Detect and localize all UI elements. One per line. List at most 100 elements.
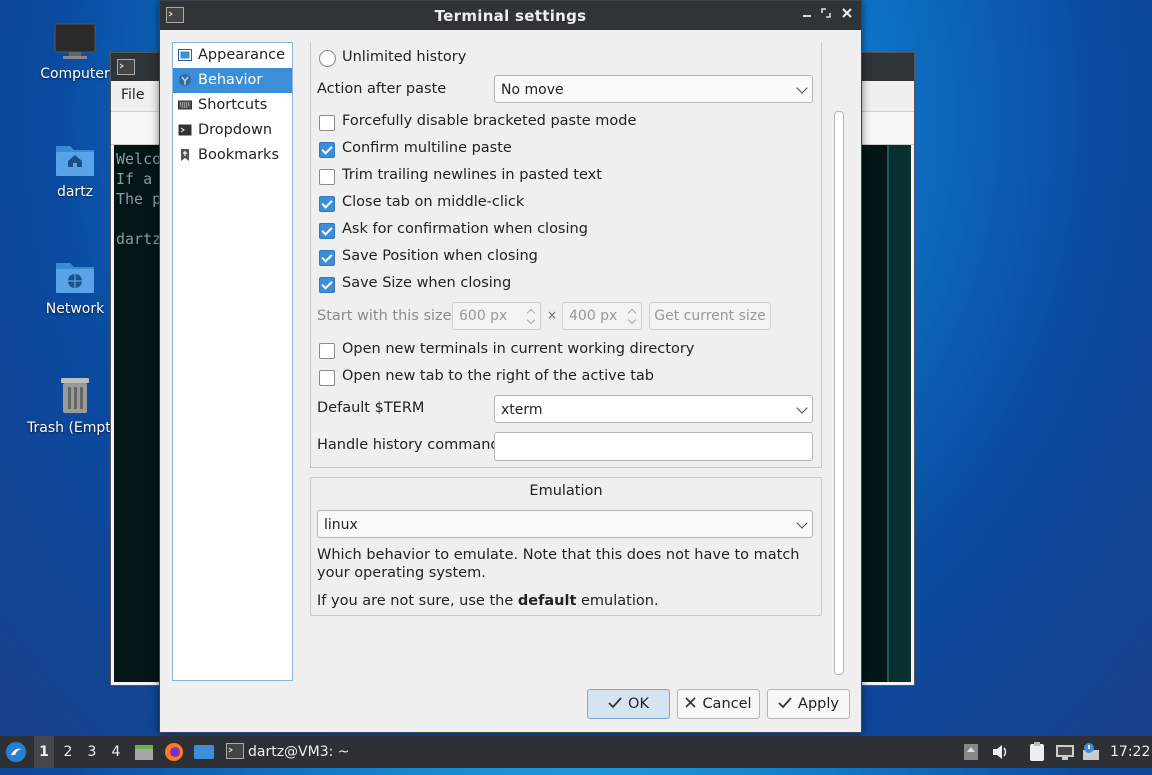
lxqt-menu-icon (6, 742, 26, 762)
tray-volume[interactable] (991, 736, 1009, 768)
desktop-icon-computer[interactable]: Computer (27, 22, 123, 82)
height-spinbox[interactable]: 400 px (562, 302, 642, 330)
workspace-3[interactable]: 3 (82, 736, 102, 768)
sidebar-item-label: Appearance (198, 47, 286, 63)
updates-icon (964, 744, 978, 760)
hint-bold: default (517, 593, 577, 609)
checkbox-label: Open new terminals in current working di… (342, 341, 695, 357)
start-menu-button[interactable] (5, 736, 27, 768)
file-manager-launcher[interactable] (134, 736, 154, 768)
close-icon (842, 8, 852, 18)
workspace-4[interactable]: 4 (106, 736, 126, 768)
sidebar-item-behavior[interactable]: Behavior (173, 68, 292, 93)
action-after-paste-select[interactable]: No move (494, 75, 813, 103)
show-desktop-icon (194, 745, 214, 759)
tray-network[interactable] (1055, 736, 1075, 768)
trash-icon (61, 378, 89, 413)
action-after-paste-label: Action after paste (317, 81, 447, 97)
sidebar-item-appearance[interactable]: Appearance (173, 43, 292, 68)
emulation-select[interactable]: linux (317, 510, 813, 538)
checkbox-save-size[interactable] (319, 277, 335, 293)
emulation-hint: If you are not sure, use the default emu… (317, 593, 659, 609)
scrollbar-thumb[interactable] (834, 111, 844, 675)
tray-notifications[interactable] (1082, 736, 1102, 768)
hint-text: If you are not sure, use the (317, 593, 518, 609)
cancel-button[interactable]: Cancel (677, 689, 760, 719)
apply-button[interactable]: Apply (767, 689, 850, 719)
desktop-icon-network[interactable]: Network (27, 257, 123, 317)
default-term-label: Default $TERM (317, 400, 425, 416)
checkbox-confirm-multiline-paste[interactable] (319, 142, 335, 158)
terminal-split-pane (887, 145, 911, 682)
checkbox-label: Close tab on middle-click (342, 194, 525, 210)
check-icon (778, 697, 792, 709)
checkbox-open-in-cwd[interactable] (319, 343, 335, 359)
checkbox-new-tab-right[interactable] (319, 370, 335, 386)
terminal-icon (226, 743, 244, 759)
clock[interactable]: 17:22 (1110, 736, 1150, 768)
home-folder-icon (56, 146, 94, 176)
network-folder-icon (56, 263, 94, 293)
hint-text: emulation. (576, 593, 659, 609)
chevron-down-icon (526, 315, 536, 325)
checkbox-close-tab-middle-click[interactable] (319, 196, 335, 212)
file-manager-icon (135, 745, 153, 760)
ok-button[interactable]: OK (587, 689, 670, 719)
unlimited-history-radio[interactable] (319, 50, 336, 67)
settings-category-list: Appearance Behavior Shortcuts Dropdown B… (172, 42, 293, 681)
terminal-settings-dialog: Terminal settings Appearance Behavior Sh… (159, 0, 862, 733)
menu-file[interactable]: File (111, 81, 154, 109)
checkbox-label: Forcefully disable bracketed paste mode (342, 113, 637, 129)
sidebar-item-dropdown[interactable]: Dropdown (173, 118, 292, 143)
network-icon (1056, 745, 1074, 760)
behavior-settings-panel: Unlimited history Action after paste No … (310, 42, 822, 468)
firefox-launcher[interactable] (164, 736, 184, 768)
get-current-size-button[interactable]: Get current size (649, 302, 771, 330)
sidebar-item-label: Behavior (198, 72, 263, 88)
checkbox-ask-confirmation-closing[interactable] (319, 223, 335, 239)
select-value: linux (324, 517, 358, 533)
minimize-button[interactable] (797, 5, 817, 25)
select-value: No move (501, 82, 564, 98)
emulation-description: Which behavior to emulate. Note that thi… (317, 547, 800, 581)
close-button[interactable] (837, 5, 857, 25)
firefox-icon (165, 743, 183, 761)
spin-value: 600 px (459, 308, 508, 324)
sidebar-item-shortcuts[interactable]: Shortcuts (173, 93, 292, 118)
behavior-icon (179, 74, 191, 86)
check-icon (608, 697, 622, 709)
tray-updates[interactable] (963, 736, 979, 768)
sidebar-item-label: Bookmarks (198, 147, 280, 163)
workspace-2[interactable]: 2 (58, 736, 78, 768)
desktop-icon-trash[interactable]: Trash (Empty) (27, 372, 125, 436)
desktop-icon-label: Network (45, 301, 105, 317)
default-term-select[interactable]: xterm (494, 395, 813, 423)
handle-history-input[interactable] (494, 432, 813, 461)
sidebar-item-bookmarks[interactable]: Bookmarks (173, 143, 292, 168)
checkbox-trim-trailing-newlines[interactable] (319, 169, 335, 185)
tray-clipboard[interactable] (1028, 736, 1046, 768)
volume-icon (993, 745, 1007, 759)
sidebar-item-label: Dropdown (198, 122, 273, 138)
desktop-launcher[interactable] (193, 736, 215, 768)
checkbox-disable-bracketed-paste[interactable] (319, 115, 335, 131)
width-spinbox[interactable]: 600 px (452, 302, 541, 330)
unlimited-history-label: Unlimited history (342, 49, 467, 65)
appearance-icon (178, 49, 192, 61)
desktop-icon-label: Computer (40, 66, 110, 82)
checkbox-label: Open new tab to the right of the active … (342, 368, 654, 384)
button-label: Apply (798, 696, 839, 712)
keyboard-icon (178, 100, 192, 110)
desktop-icon-home[interactable]: dartz (27, 140, 123, 200)
maximize-button[interactable] (816, 5, 836, 25)
task-label: dartz@VM3: ~ (248, 744, 350, 760)
checkbox-save-position[interactable] (319, 250, 335, 266)
checkbox-label: Confirm multiline paste (342, 140, 512, 156)
workspace-1[interactable]: 1 (34, 736, 54, 768)
size-separator: × (547, 308, 558, 322)
checkbox-label: Save Size when closing (342, 275, 512, 291)
checkbox-label: Save Position when closing (342, 248, 538, 264)
dialog-titlebar[interactable]: Terminal settings (160, 1, 861, 30)
task-terminal[interactable]: dartz@VM3: ~ (220, 736, 416, 768)
terminal-icon (117, 59, 135, 75)
